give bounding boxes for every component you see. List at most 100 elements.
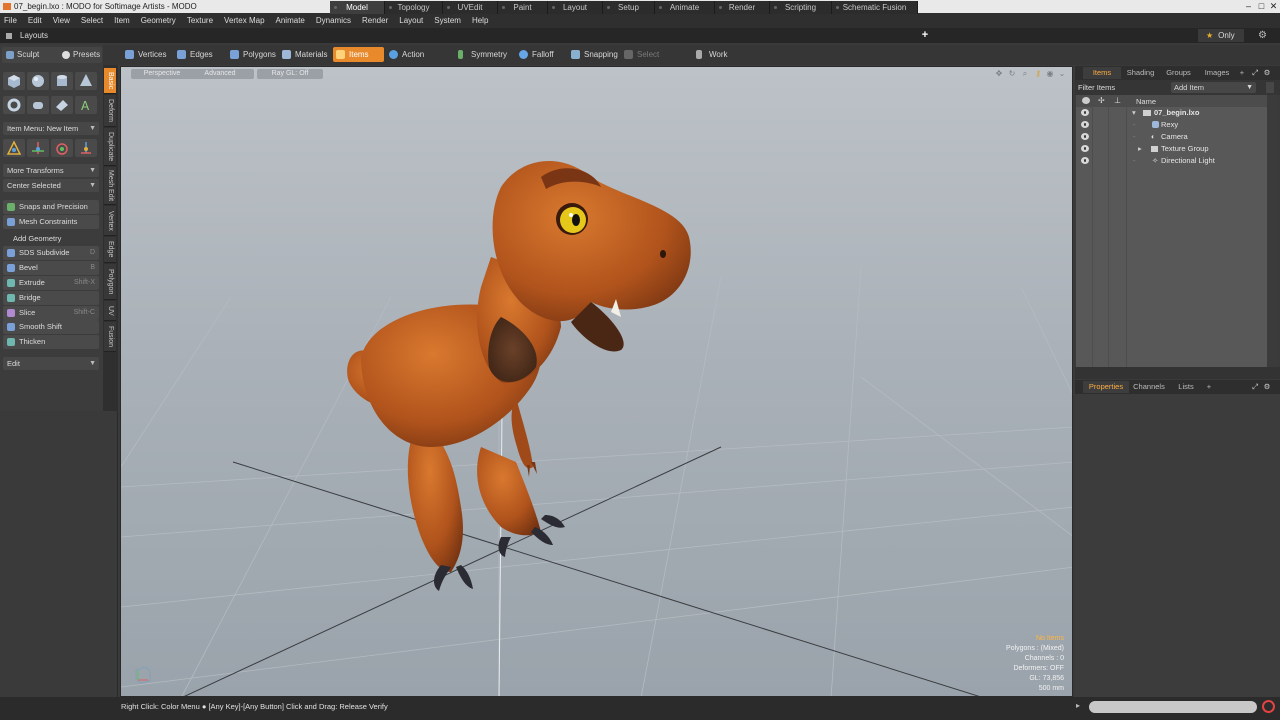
bevel-button[interactable]: Bevel B	[3, 261, 99, 275]
falloff-button[interactable]: Falloff	[516, 47, 562, 62]
vtab-basic[interactable]: Basic	[104, 68, 116, 94]
menu-edit[interactable]: Edit	[28, 16, 42, 25]
vtab-vertex[interactable]: Vertex	[104, 206, 116, 236]
work-plane-button[interactable]: Work Plane	[693, 47, 747, 74]
menu-animate[interactable]: Animate	[276, 16, 305, 25]
eye-icon[interactable]	[1081, 133, 1089, 140]
tab-channels[interactable]: Channels	[1131, 381, 1167, 393]
vtab-edge[interactable]: Edge	[104, 237, 116, 263]
tab-animate[interactable]: Animate	[655, 1, 715, 14]
expand-arrow-icon[interactable]: ▸	[1138, 143, 1142, 155]
menu-item[interactable]: Item	[114, 16, 130, 25]
edit-dropdown[interactable]: Edit ▼	[3, 357, 99, 370]
items-button[interactable]: Items	[333, 47, 384, 62]
cone-button[interactable]	[75, 72, 97, 90]
maximize-button[interactable]: □	[1256, 1, 1267, 12]
add-properties-tab-button[interactable]: +	[1204, 381, 1214, 393]
sphere-button[interactable]	[27, 72, 49, 90]
cylinder-button[interactable]	[51, 72, 73, 90]
bridge-button[interactable]: Bridge	[3, 291, 99, 305]
tab-shading[interactable]: Shading	[1123, 67, 1158, 79]
tab-model[interactable]: Model	[330, 1, 385, 14]
menu-select[interactable]: Select	[81, 16, 103, 25]
tree-row-rexy[interactable]: - Rexy	[1076, 119, 1267, 131]
materials-button[interactable]: Materials	[279, 47, 329, 62]
vtab-mesh-edit[interactable]: Mesh Edit	[104, 167, 116, 205]
panel-gear-icon[interactable]: ⚙	[1262, 381, 1272, 393]
menu-view[interactable]: View	[53, 16, 70, 25]
capsule-button[interactable]	[27, 96, 49, 114]
vtab-polygon[interactable]: Polygon	[104, 264, 116, 300]
tree-row-camera[interactable]: - ◐ Camera	[1076, 131, 1267, 143]
snapping-button[interactable]: Snapping	[568, 47, 618, 62]
smooth-shift-button[interactable]: Smooth Shift	[3, 320, 99, 334]
vertices-button[interactable]: Vertices	[122, 47, 168, 62]
more-transforms-dropdown[interactable]: More Transforms ▼	[3, 164, 99, 177]
thicken-button[interactable]: Thicken	[3, 335, 99, 349]
vtab-fusion[interactable]: Fusion	[104, 322, 116, 352]
item-menu-dropdown[interactable]: Item Menu: New Item ▼	[3, 122, 99, 135]
menu-dynamics[interactable]: Dynamics	[316, 16, 351, 25]
polygons-button[interactable]: Polygons	[227, 47, 277, 62]
tab-render[interactable]: Render	[715, 1, 770, 14]
move-tool-button[interactable]	[3, 139, 25, 157]
transform-tool-button[interactable]	[75, 139, 97, 157]
menu-help[interactable]: Help	[472, 16, 488, 25]
filter-options-button[interactable]	[1266, 82, 1274, 93]
add-tab-button[interactable]: +	[1237, 67, 1247, 79]
rotate-tool-button[interactable]	[27, 139, 49, 157]
tab-properties[interactable]: Properties	[1083, 381, 1129, 393]
command-history-icon[interactable]: ▸	[1076, 701, 1080, 710]
close-button[interactable]: ✕	[1268, 1, 1279, 12]
command-input[interactable]	[1089, 701, 1257, 713]
sds-subdivide-button[interactable]: SDS Subdivide D	[3, 246, 99, 260]
menu-file[interactable]: File	[4, 16, 17, 25]
scale-tool-button[interactable]	[51, 139, 73, 157]
center-selected-dropdown[interactable]: Center Selected ▼	[3, 179, 99, 192]
tab-images[interactable]: Images	[1199, 67, 1235, 79]
panel-gear-icon[interactable]: ⚙	[1262, 67, 1272, 79]
text-button[interactable]: A	[75, 96, 97, 114]
presets-button[interactable]: Presets	[62, 50, 100, 60]
tab-groups[interactable]: Groups	[1161, 67, 1196, 79]
tab-schematic-fusion[interactable]: Schematic Fusion	[832, 1, 918, 14]
minimize-button[interactable]: –	[1243, 1, 1254, 12]
vtab-duplicate[interactable]: Duplicate	[104, 128, 116, 166]
tab-paint[interactable]: Paint	[498, 1, 548, 14]
tree-row-scene[interactable]: ▾ 07_begin.lxo	[1076, 107, 1267, 119]
tab-topology[interactable]: Topology	[385, 1, 443, 14]
menu-render[interactable]: Render	[362, 16, 388, 25]
vtab-uv[interactable]: UV	[104, 301, 116, 321]
eye-icon[interactable]	[1081, 157, 1089, 164]
plane-button[interactable]	[51, 96, 73, 114]
edges-button[interactable]: Edges	[174, 47, 219, 62]
tab-uvedit[interactable]: UVEdit	[443, 1, 498, 14]
tab-layout[interactable]: Layout	[548, 1, 603, 14]
menu-vertex-map[interactable]: Vertex Map	[224, 16, 264, 25]
select-through-button[interactable]: Select Through	[621, 47, 691, 74]
menu-layout[interactable]: Layout	[399, 16, 423, 25]
tab-items[interactable]: Items	[1083, 67, 1121, 79]
eye-icon[interactable]	[1081, 145, 1089, 152]
symmetry-button[interactable]: Symmetry	[455, 47, 511, 62]
tab-setup[interactable]: Setup	[603, 1, 655, 14]
cube-button[interactable]	[3, 72, 25, 90]
cancel-icon[interactable]	[1262, 700, 1275, 713]
mesh-constraints-button[interactable]: Mesh Constraints	[3, 215, 99, 229]
eye-icon[interactable]	[1081, 121, 1089, 128]
add-item-dropdown[interactable]: Add Item ▼	[1171, 82, 1256, 93]
vtab-deform[interactable]: Deform	[104, 95, 116, 127]
menu-geometry[interactable]: Geometry	[141, 16, 176, 25]
action-center-button[interactable]: Action Center	[386, 47, 450, 74]
menu-texture[interactable]: Texture	[187, 16, 213, 25]
extrude-button[interactable]: Extrude Shift-X	[3, 276, 99, 290]
expand-icon[interactable]: ⤢	[1250, 381, 1260, 393]
3d-viewport[interactable]: Perspective Advanced Ray GL: Off ✥ ↻ ⌕ ⚷…	[120, 66, 1073, 697]
sculpt-button[interactable]: Sculpt	[6, 50, 39, 60]
menu-system[interactable]: System	[434, 16, 461, 25]
layouts-button[interactable]: Layouts	[0, 28, 48, 43]
collapse-icon[interactable]: ▾	[1132, 107, 1136, 119]
snaps-precision-button[interactable]: Snaps and Precision	[3, 200, 99, 214]
tab-scripting[interactable]: Scripting	[770, 1, 832, 14]
eye-icon[interactable]	[1081, 109, 1089, 116]
